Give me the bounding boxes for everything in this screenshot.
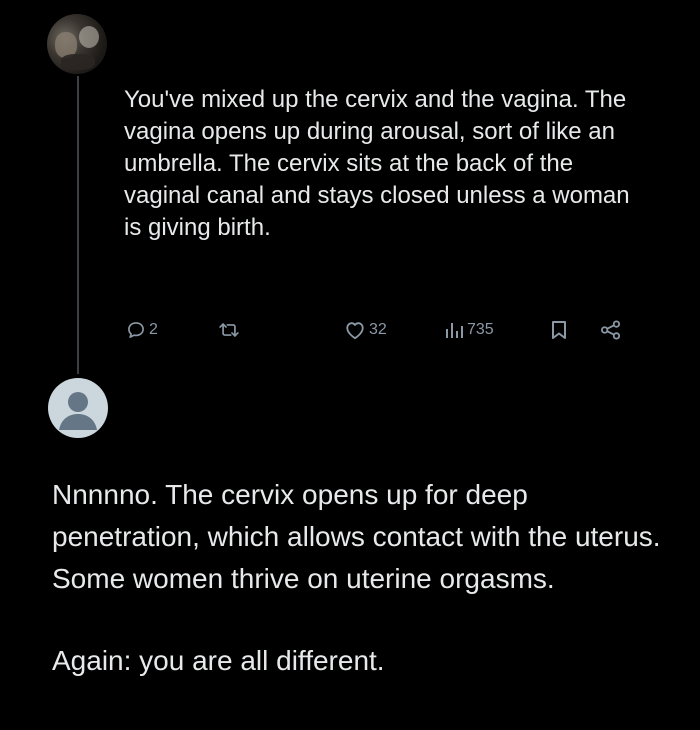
like-count: 32 bbox=[369, 321, 387, 338]
heart-icon bbox=[344, 320, 366, 340]
tweet-actions: 2 32 735 bbox=[126, 314, 646, 346]
views-count: 735 bbox=[467, 321, 494, 338]
share-button[interactable] bbox=[600, 314, 622, 346]
retweet-icon bbox=[218, 320, 240, 340]
share-icon bbox=[600, 320, 622, 340]
avatar-photo-detail bbox=[79, 26, 99, 48]
default-avatar[interactable] bbox=[48, 378, 108, 438]
bookmark-icon bbox=[550, 320, 568, 340]
reply-icon bbox=[126, 320, 146, 340]
views-button[interactable]: 735 bbox=[444, 314, 494, 346]
person-silhouette-icon bbox=[59, 392, 97, 430]
avatar[interactable] bbox=[47, 14, 107, 74]
thread-line bbox=[77, 76, 79, 374]
avatar-photo-detail bbox=[61, 54, 95, 70]
tweet-text: You've mixed up the cervix and the vagin… bbox=[124, 86, 630, 241]
reply-paragraph: Again: you are all different. bbox=[52, 645, 385, 676]
views-icon bbox=[444, 320, 464, 340]
reply-text: Nnnnno. The cervix opens up for deep pen… bbox=[52, 474, 672, 682]
reply-paragraph: Nnnnno. The cervix opens up for deep pen… bbox=[52, 479, 661, 594]
bookmark-button[interactable] bbox=[550, 314, 568, 346]
like-button[interactable]: 32 bbox=[344, 314, 387, 346]
reply-button[interactable]: 2 bbox=[126, 314, 158, 346]
reply-count: 2 bbox=[149, 321, 158, 338]
retweet-button[interactable] bbox=[218, 314, 243, 346]
